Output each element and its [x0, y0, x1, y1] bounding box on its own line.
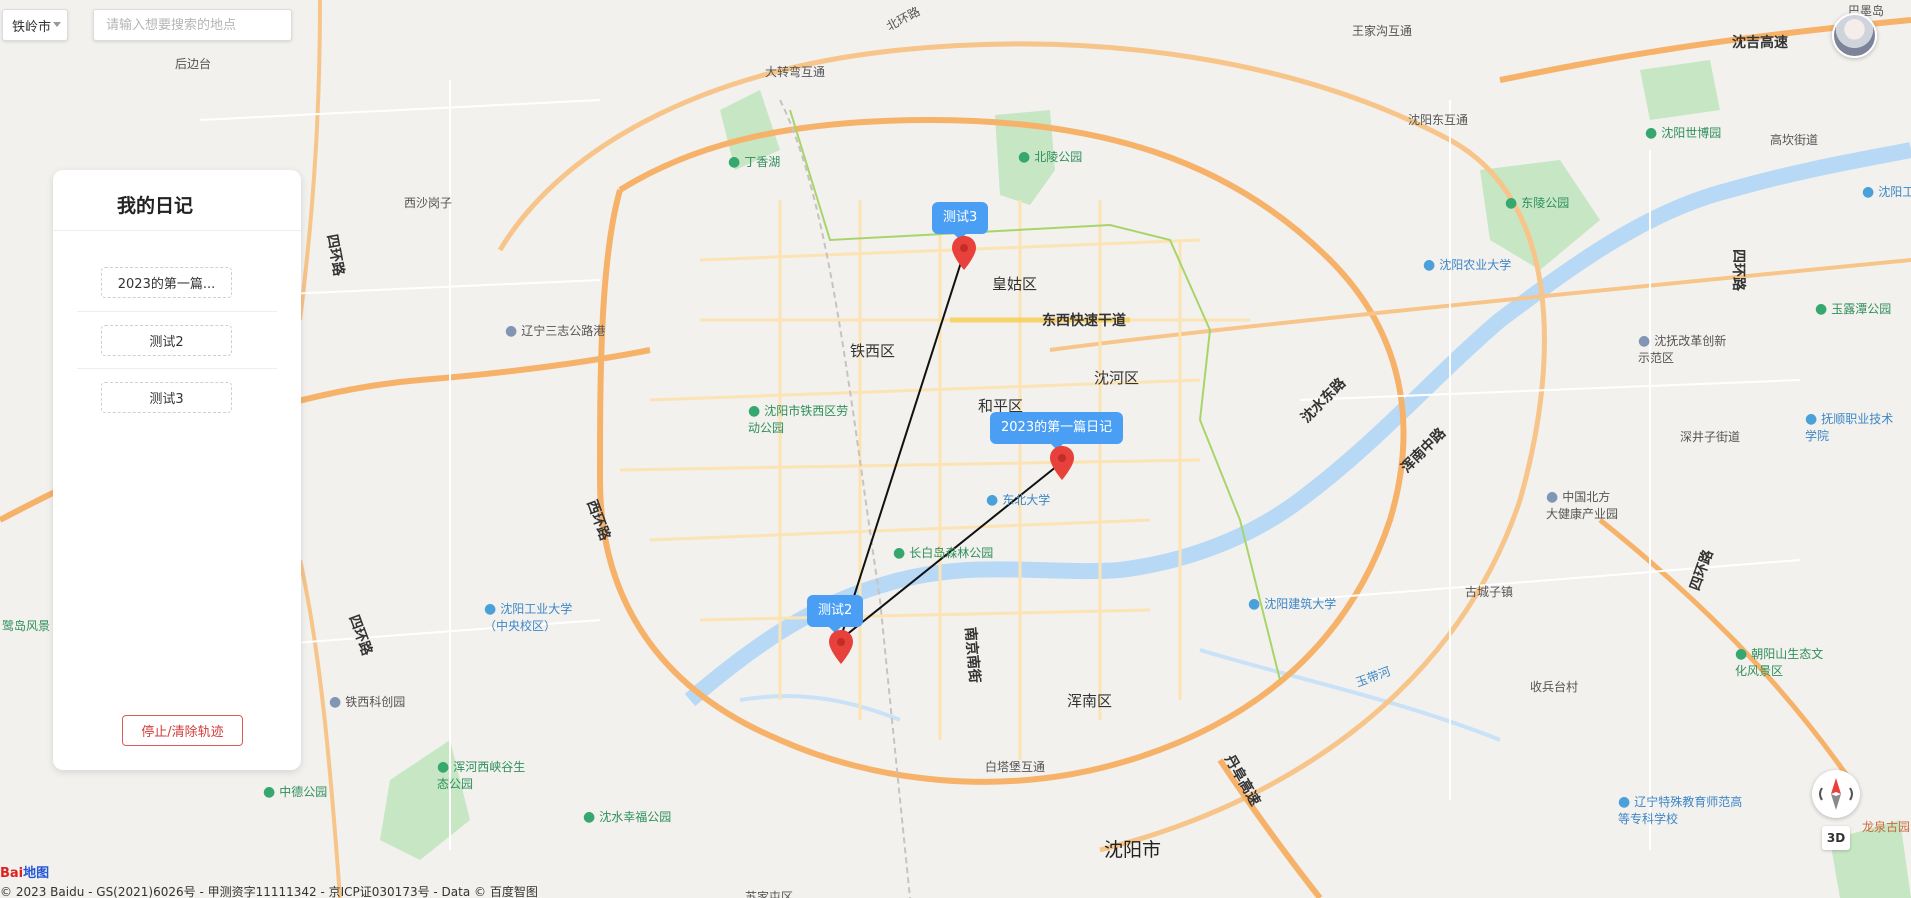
marker-label[interactable]: 测试2	[807, 595, 864, 633]
chevron-down-icon	[53, 22, 61, 27]
marker-label[interactable]: 2023的第一篇日记	[990, 412, 1124, 450]
map-pin-icon[interactable]	[829, 630, 853, 664]
baidu-logo[interactable]: Bai地图	[0, 862, 49, 881]
compass-control[interactable]	[1812, 770, 1860, 818]
logo-text: 地图	[23, 866, 50, 881]
avatar[interactable]	[1832, 13, 1877, 58]
divider	[77, 311, 277, 312]
compass-icon	[1819, 778, 1853, 810]
3d-toggle-button[interactable]: 3D	[1822, 826, 1850, 850]
marker-label[interactable]: 测试3	[932, 202, 989, 240]
map-pin-icon[interactable]	[952, 236, 976, 270]
map-pin-icon[interactable]	[1050, 446, 1074, 480]
park-area	[1640, 60, 1720, 120]
city-select-label: 铁岭市	[12, 19, 52, 35]
city-select[interactable]: 铁岭市	[2, 9, 68, 41]
search-input[interactable]	[93, 9, 292, 41]
copyright-text: © 2023 Baidu - GS(2021)6026号 - 甲测资字11111…	[0, 885, 538, 898]
divider	[77, 368, 277, 369]
divider	[53, 230, 301, 231]
diary-item[interactable]: 测试3	[101, 382, 232, 413]
stop-clear-track-button[interactable]: 停止/清除轨迹	[122, 715, 243, 746]
diary-item[interactable]: 测试2	[101, 325, 232, 356]
panel-title: 我的日记	[117, 195, 194, 217]
logo-text: Bai	[0, 866, 24, 881]
diary-item[interactable]: 2023的第一篇...	[101, 267, 232, 298]
diary-panel: 我的日记 2023的第一篇... 测试2 测试3 停止/清除轨迹	[53, 170, 301, 770]
